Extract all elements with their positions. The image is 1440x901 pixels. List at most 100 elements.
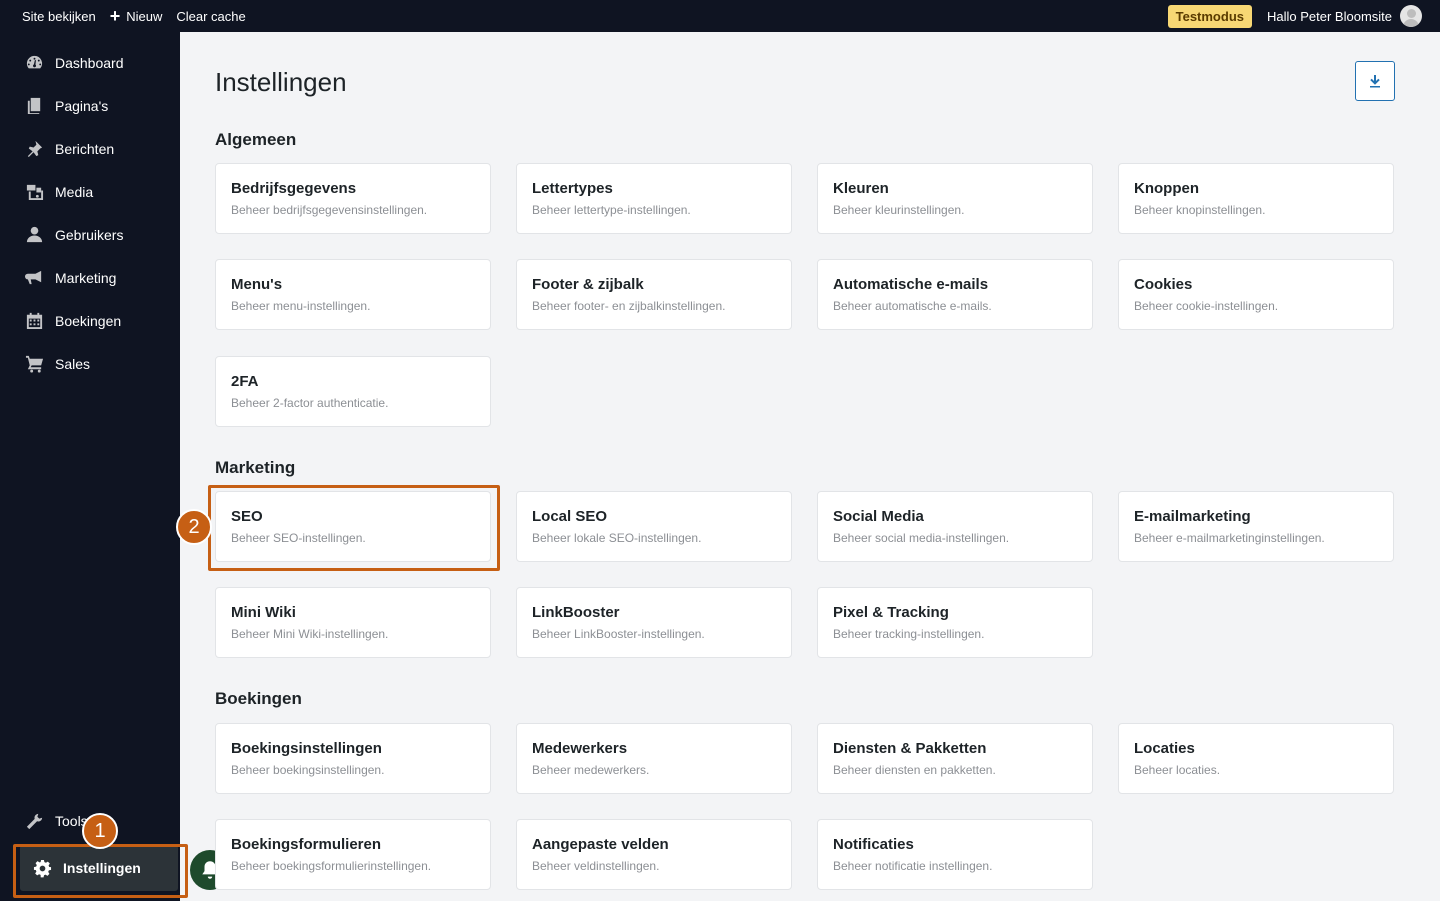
card-mini-wiki[interactable]: Mini Wiki Beheer Mini Wiki-instellingen. <box>215 587 491 658</box>
card-title: Social Media <box>833 508 924 525</box>
card-description: Beheer SEO-instellingen. <box>231 531 366 545</box>
card-description: Beheer lettertype-instellingen. <box>532 203 691 217</box>
sidebar-item-bookings[interactable]: Boekingen <box>0 299 180 342</box>
sidebar-item-label: Media <box>55 183 94 200</box>
card-title: LinkBooster <box>532 604 620 621</box>
card-description: Beheer bedrijfsgegevensinstellingen. <box>231 203 428 217</box>
card-description: Beheer medewerkers. <box>532 763 650 777</box>
card-description: Beheer LinkBooster-instellingen. <box>532 627 705 641</box>
page-title: Instellingen <box>215 67 347 97</box>
card-title: 2FA <box>231 373 259 390</box>
card-description: Beheer automatische e-mails. <box>833 299 992 313</box>
card-title: Bedrijfsgegevens <box>231 180 357 197</box>
card-employees[interactable]: Medewerkers Beheer medewerkers. <box>516 723 792 794</box>
card-title: Medewerkers <box>532 740 628 757</box>
pages-icon <box>24 96 44 116</box>
sidebar-item-label: Instellingen <box>63 860 141 876</box>
sidebar: Dashboard Pagina's Berichten Media Gebru… <box>0 32 180 901</box>
calendar-icon <box>24 311 44 331</box>
card-title: Automatische e-mails <box>833 276 989 293</box>
card-description: Beheer lokale SEO-instellingen. <box>532 531 702 545</box>
card-services-packages[interactable]: Diensten & Pakketten Beheer diensten en … <box>817 723 1093 794</box>
card-automatic-emails[interactable]: Automatische e-mails Beheer automatische… <box>817 259 1093 330</box>
card-custom-fields[interactable]: Aangepaste velden Beheer veldinstellinge… <box>516 819 792 890</box>
card-title: Footer & zijbalk <box>532 276 644 293</box>
card-notifications[interactable]: Notificaties Beheer notificatie instelli… <box>817 819 1093 890</box>
card-company-details[interactable]: Bedrijfsgegevens Beheer bedrijfsgegevens… <box>215 163 491 234</box>
sidebar-item-media[interactable]: Media <box>0 170 180 213</box>
card-description: Beheer diensten en pakketten. <box>833 763 996 777</box>
card-title: Aangepaste velden <box>532 836 669 853</box>
card-title: Pixel & Tracking <box>833 604 949 621</box>
card-cookies[interactable]: Cookies Beheer cookie-instellingen. <box>1118 259 1394 330</box>
card-description: Beheer cookie-instellingen. <box>1134 299 1279 313</box>
sidebar-item-posts[interactable]: Berichten <box>0 127 180 170</box>
section-title-bookings: Boekingen <box>215 689 302 708</box>
sidebar-item-label: Boekingen <box>55 312 122 329</box>
card-description: Beheer Mini Wiki-instellingen. <box>231 627 389 641</box>
card-title: SEO <box>231 508 263 525</box>
sidebar-item-label: Marketing <box>55 269 117 286</box>
card-colors[interactable]: Kleuren Beheer kleurinstellingen. <box>817 163 1093 234</box>
card-description: Beheer veldinstellingen. <box>532 859 660 873</box>
avatar <box>1400 5 1422 27</box>
dashboard-icon <box>24 53 44 73</box>
section-title-general: Algemeen <box>215 130 297 149</box>
sidebar-item-label: Gebruikers <box>55 226 124 243</box>
card-booking-settings[interactable]: Boekingsinstellingen Beheer boekingsinst… <box>215 723 491 794</box>
users-icon <box>24 225 44 245</box>
card-title: Lettertypes <box>532 180 613 197</box>
sidebar-item-label: Dashboard <box>55 54 124 71</box>
test-mode-badge[interactable]: Testmodus <box>1167 4 1252 28</box>
wrench-icon <box>24 811 44 831</box>
download-icon <box>1370 75 1380 88</box>
card-2fa[interactable]: 2FA Beheer 2-factor authenticatie. <box>215 356 491 427</box>
section-title-marketing: Marketing <box>215 458 296 477</box>
card-description: Beheer tracking-instellingen. <box>833 627 985 641</box>
gear-icon <box>32 858 52 878</box>
card-email-marketing[interactable]: E-mailmarketing Beheer e-mailmarketingin… <box>1118 491 1394 562</box>
card-pixel-tracking[interactable]: Pixel & Tracking Beheer tracking-instell… <box>817 587 1093 658</box>
sidebar-item-settings[interactable]: Instellingen <box>20 845 178 891</box>
card-locations[interactable]: Locaties Beheer locaties. <box>1118 723 1394 794</box>
sidebar-item-dashboard[interactable]: Dashboard <box>0 41 180 84</box>
card-description: Beheer footer- en zijbalkinstellingen. <box>532 299 726 313</box>
card-title: Cookies <box>1134 276 1193 293</box>
card-title: Local SEO <box>532 508 608 525</box>
card-title: Menu's <box>231 276 283 293</box>
card-menus[interactable]: Menu's Beheer menu-instellingen. <box>215 259 491 330</box>
cart-icon <box>24 354 44 374</box>
card-buttons[interactable]: Knoppen Beheer knopinstellingen. <box>1118 163 1394 234</box>
sidebar-item-label: Berichten <box>55 140 115 157</box>
sidebar-item-sales[interactable]: Sales <box>0 342 180 385</box>
card-linkbooster[interactable]: LinkBooster Beheer LinkBooster-instellin… <box>516 587 792 658</box>
card-fonts[interactable]: Lettertypes Beheer lettertype-instelling… <box>516 163 792 234</box>
card-description: Beheer knopinstellingen. <box>1134 203 1266 217</box>
card-description: Beheer boekingsformulierinstellingen. <box>231 859 432 873</box>
view-site-label: Site bekijken <box>22 8 96 24</box>
sidebar-item-pages[interactable]: Pagina's <box>0 84 180 127</box>
card-social-media[interactable]: Social Media Beheer social media-instell… <box>817 491 1093 562</box>
sidebar-item-users[interactable]: Gebruikers <box>0 213 180 256</box>
user-account-menu[interactable]: Hallo Peter Bloomsite <box>1267 5 1422 27</box>
main-content: Instellingen Algemeen Bedrijfsgegevens B… <box>180 32 1440 901</box>
megaphone-icon <box>24 268 44 288</box>
card-description: Beheer 2-factor authenticatie. <box>231 396 389 410</box>
plus-icon: + <box>109 6 121 26</box>
clear-cache-link[interactable]: Clear cache <box>169 0 252 32</box>
card-title: Kleuren <box>833 180 889 197</box>
card-seo[interactable]: SEO Beheer SEO-instellingen. <box>215 491 491 562</box>
card-title: Locaties <box>1134 740 1195 757</box>
sidebar-item-label: Pagina's <box>55 97 109 114</box>
card-title: E-mailmarketing <box>1134 508 1251 525</box>
card-booking-forms[interactable]: Boekingsformulieren Beheer boekingsformu… <box>215 819 491 890</box>
step-marker-2: 2 <box>176 509 212 545</box>
new-menu[interactable]: + Nieuw <box>103 0 170 32</box>
card-footer-sidebar[interactable]: Footer & zijbalk Beheer footer- en zijba… <box>516 259 792 330</box>
download-button[interactable] <box>1355 61 1395 101</box>
pin-icon <box>24 139 44 159</box>
view-site-link[interactable]: Site bekijken <box>0 0 103 32</box>
greeting-text: Hallo Peter Bloomsite <box>1267 8 1392 24</box>
sidebar-item-marketing[interactable]: Marketing <box>0 256 180 299</box>
card-local-seo[interactable]: Local SEO Beheer lokale SEO-instellingen… <box>516 491 792 562</box>
